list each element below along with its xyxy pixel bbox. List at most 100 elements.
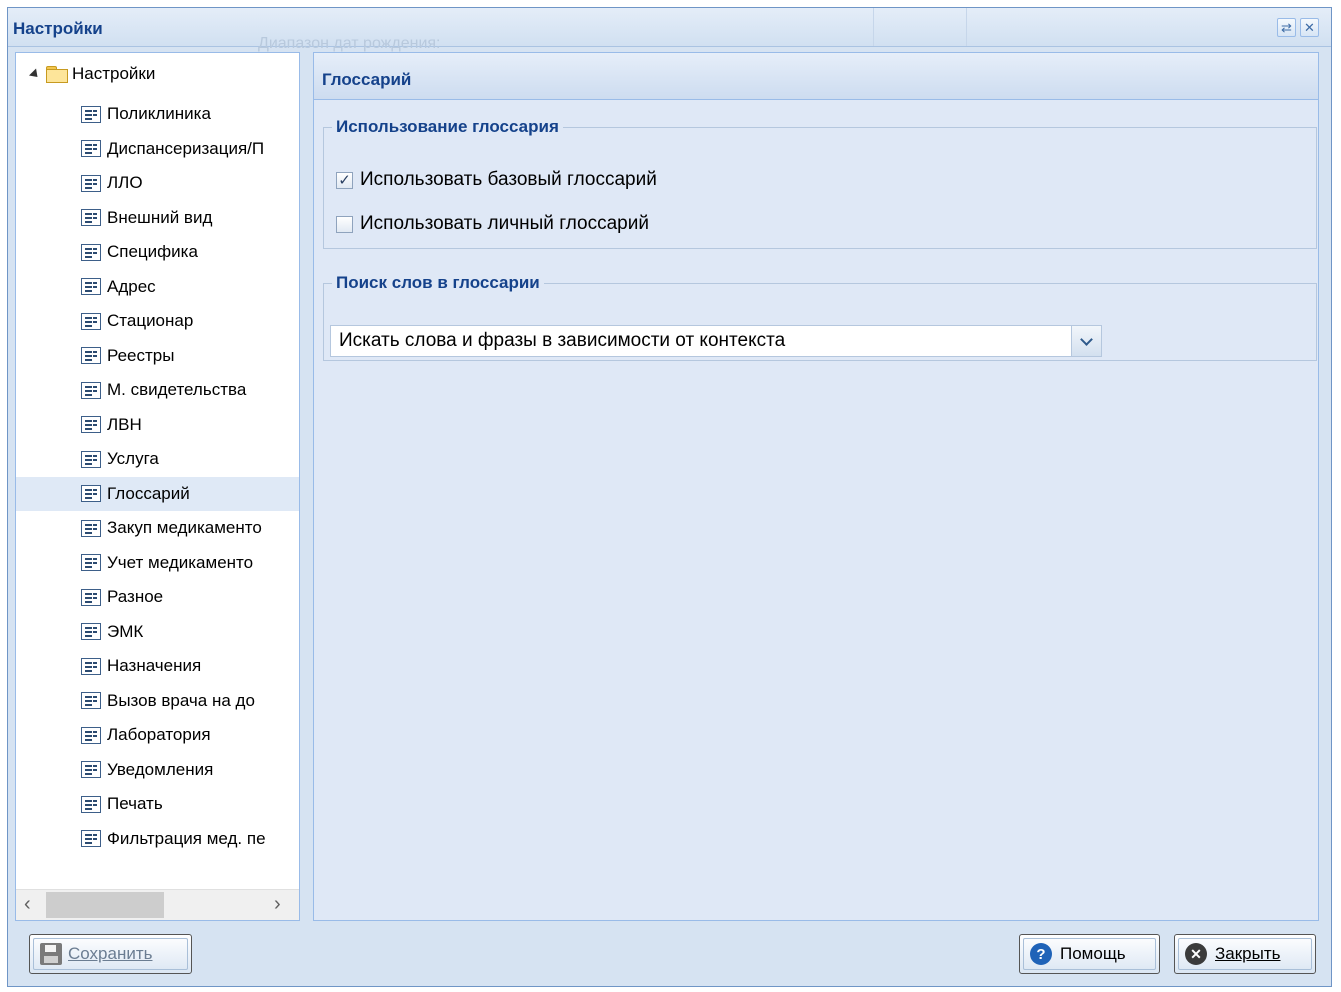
save-button[interactable]: Сохранить bbox=[29, 934, 192, 974]
help-icon: ? bbox=[1030, 943, 1052, 965]
use-base-glossary-checkbox[interactable]: ✓ bbox=[336, 171, 353, 189]
tree-item[interactable]: Внешний вид bbox=[16, 201, 299, 236]
tree-root-node[interactable]: Настройки bbox=[16, 61, 155, 87]
scrollbar-thumb[interactable] bbox=[46, 892, 164, 918]
tree-item[interactable]: Реестры bbox=[16, 339, 299, 374]
settings-tree: Настройки Поликлиника Диспансеризация/П ЛЛ… bbox=[15, 52, 300, 921]
tree-item-label: Глоссарий bbox=[107, 483, 190, 503]
tree-item[interactable]: Назначения bbox=[16, 649, 299, 684]
tree-item[interactable]: Фильтрация мед. пе bbox=[16, 822, 299, 857]
tree-item[interactable]: ЛЛО bbox=[16, 166, 299, 201]
settings-page-icon bbox=[81, 278, 101, 296]
tree-item-label: Закуп медикаменто bbox=[107, 518, 262, 538]
floppy-disk-icon bbox=[40, 943, 62, 965]
tree-item[interactable]: Учет медикаменто bbox=[16, 546, 299, 581]
tree-item-label: Учет медикаменто bbox=[107, 552, 254, 572]
tree-item-label: Реестры bbox=[107, 345, 175, 365]
tree-item[interactable]: Лаборатория bbox=[16, 718, 299, 753]
horizontal-scrollbar[interactable]: ‹ › bbox=[16, 889, 299, 920]
tree-item[interactable]: Поликлиника bbox=[16, 97, 299, 132]
tree-item[interactable]: Печать bbox=[16, 787, 299, 822]
close-button[interactable]: ✕ Закрыть bbox=[1174, 934, 1316, 974]
search-mode-select[interactable]: Искать слова и фразы в зависимости от ко… bbox=[330, 325, 1102, 357]
settings-page-icon bbox=[81, 416, 101, 434]
tree-item[interactable]: Стационар bbox=[16, 304, 299, 339]
tree-item[interactable]: Глоссарий bbox=[16, 476, 299, 511]
tree-item[interactable]: Закуп медикаменто bbox=[16, 511, 299, 546]
settings-page-icon bbox=[81, 381, 101, 399]
background-divider bbox=[873, 8, 874, 46]
refresh-tool-button[interactable]: ⇄ bbox=[1277, 18, 1296, 37]
tree-item-label: Разное bbox=[107, 587, 164, 607]
settings-page-icon bbox=[81, 174, 101, 192]
glossary-settings-panel: Глоссарий Использование глоссария ✓ Испо… bbox=[313, 52, 1319, 921]
chevron-down-icon[interactable] bbox=[1071, 326, 1101, 356]
tree-item-label: ЭМК bbox=[107, 621, 144, 641]
tree-item-label: Фильтрация мед. пе bbox=[107, 828, 266, 848]
tree-item-label: Лаборатория bbox=[107, 725, 211, 745]
scroll-left-icon[interactable]: ‹ bbox=[24, 893, 31, 916]
window-titlebar: Настройки Диапазон дат рождения: ⇄ ✕ bbox=[8, 8, 1331, 52]
settings-page-icon bbox=[81, 692, 101, 710]
tree-item-label: ЛЛО bbox=[107, 173, 143, 193]
settings-page-icon bbox=[81, 209, 101, 227]
settings-page-icon bbox=[81, 519, 101, 537]
scroll-right-icon[interactable]: › bbox=[274, 893, 281, 916]
settings-page-icon bbox=[81, 623, 101, 641]
tree-item-label: ЛВН bbox=[107, 414, 142, 434]
panel-header: Глоссарий bbox=[314, 53, 1318, 100]
tree-item-label: Вызов врача на до bbox=[107, 690, 255, 710]
tree-item-label: Диспансеризация/П bbox=[107, 138, 265, 158]
settings-page-icon bbox=[81, 830, 101, 848]
tree-item[interactable]: ЭМК bbox=[16, 615, 299, 650]
tree-item[interactable]: Специфика bbox=[16, 235, 299, 270]
tree-item[interactable]: ЛВН bbox=[16, 408, 299, 443]
tree-item-label: Печать bbox=[107, 794, 163, 814]
tree-item-label: Назначения bbox=[107, 656, 202, 676]
settings-page-icon bbox=[81, 312, 101, 330]
settings-page-icon bbox=[81, 485, 101, 503]
expand-arrow-icon[interactable] bbox=[28, 67, 42, 81]
settings-page-icon bbox=[81, 657, 101, 675]
tree-item[interactable]: Адрес bbox=[16, 270, 299, 305]
tree-item-label: Услуга bbox=[107, 449, 159, 469]
tree-item[interactable]: Уведомления bbox=[16, 753, 299, 788]
tree-item-label: Внешний вид bbox=[107, 207, 213, 227]
tree-item[interactable]: Вызов врача на до bbox=[16, 684, 299, 719]
tree-item-label: Стационар bbox=[107, 311, 194, 331]
tree-root-label: Настройки bbox=[72, 64, 156, 83]
use-personal-glossary-row[interactable]: Использовать личный глоссарий bbox=[336, 213, 649, 235]
tree-item[interactable]: М. свидетельства bbox=[16, 373, 299, 408]
settings-window: Настройки Диапазон дат рождения: ⇄ ✕ Нас… bbox=[7, 7, 1332, 987]
settings-page-icon bbox=[81, 795, 101, 813]
use-personal-glossary-checkbox[interactable] bbox=[336, 215, 353, 233]
window-title: Настройки bbox=[13, 19, 103, 38]
background-divider bbox=[966, 8, 967, 46]
help-button[interactable]: ? Помощь bbox=[1019, 934, 1160, 974]
close-button-label: Закрыть bbox=[1215, 944, 1281, 963]
settings-page-icon bbox=[81, 726, 101, 744]
glossary-usage-fieldset: Использование глоссария ✓ Использовать б… bbox=[323, 117, 1317, 249]
settings-page-icon bbox=[81, 554, 101, 572]
close-tool-button[interactable]: ✕ bbox=[1300, 18, 1319, 37]
settings-page-icon bbox=[81, 105, 101, 123]
tree-item-list: Поликлиника Диспансеризация/П ЛЛО Внешний в… bbox=[16, 97, 299, 856]
settings-page-icon bbox=[81, 761, 101, 779]
refresh-icon: ⇄ bbox=[1281, 20, 1292, 35]
search-mode-value[interactable]: Искать слова и фразы в зависимости от ко… bbox=[331, 330, 1071, 352]
settings-page-icon bbox=[81, 347, 101, 365]
use-personal-glossary-label[interactable]: Использовать личный глоссарий bbox=[360, 213, 649, 235]
glossary-search-fieldset: Поиск слов в глоссарии Искать слова и фр… bbox=[323, 273, 1317, 361]
settings-page-icon bbox=[81, 450, 101, 468]
glossary-search-legend: Поиск слов в глоссарии bbox=[336, 273, 540, 292]
use-base-glossary-label[interactable]: Использовать базовый глоссарий bbox=[360, 169, 657, 191]
use-base-glossary-row[interactable]: ✓ Использовать базовый глоссарий bbox=[336, 169, 657, 191]
folder-icon bbox=[46, 66, 68, 83]
background-hint-text: Диапазон дат рождения: bbox=[258, 35, 441, 52]
tree-item-label: М. свидетельства bbox=[107, 380, 247, 400]
close-circle-icon: ✕ bbox=[1185, 943, 1207, 965]
settings-page-icon bbox=[81, 588, 101, 606]
tree-item[interactable]: Разное bbox=[16, 580, 299, 615]
tree-item[interactable]: Услуга bbox=[16, 442, 299, 477]
tree-item[interactable]: Диспансеризация/П bbox=[16, 132, 299, 167]
